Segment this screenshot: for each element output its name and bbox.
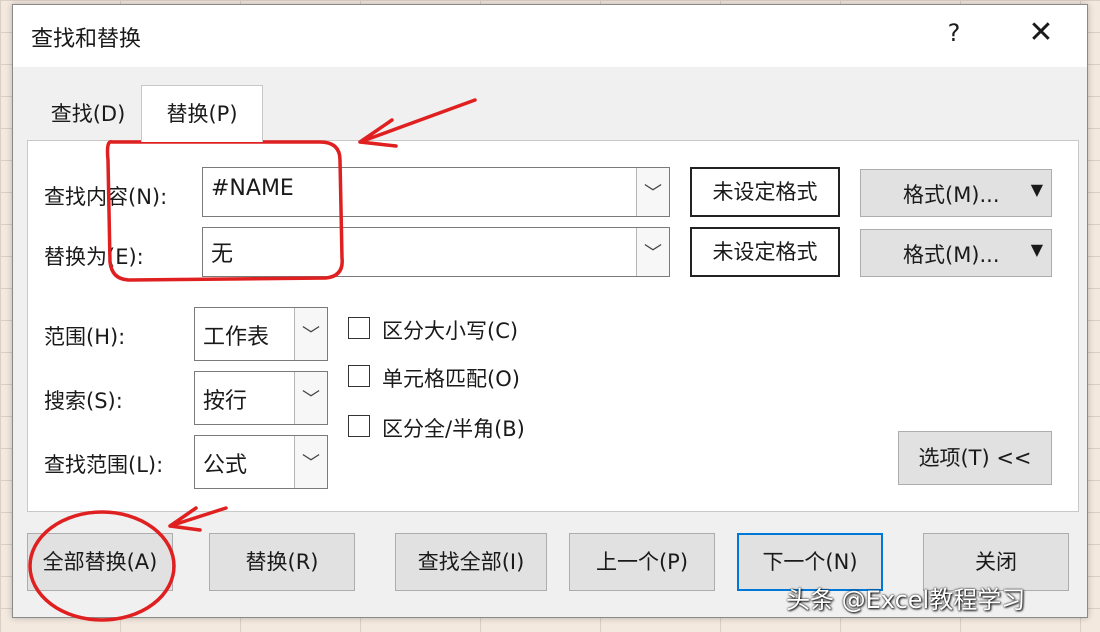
look-in-select[interactable]: 公式 ﹀ — [194, 435, 328, 489]
find-replace-dialog: 查找和替换 ? ✕ 查找(D) 替换(P) 查找内容(N): #NAME ﹀ 未… — [12, 4, 1088, 618]
help-button[interactable]: ? — [939, 19, 969, 47]
look-in-label: 查找范围(L): — [44, 453, 164, 477]
match-byte-label: 区分全/半角(B) — [382, 417, 525, 441]
find-previous-button[interactable]: 上一个(P) — [569, 533, 715, 591]
match-case-checkbox[interactable] — [348, 317, 370, 339]
replace-format-button[interactable]: 格式(M)... ▼ — [860, 229, 1052, 277]
match-cell-checkbox[interactable] — [348, 365, 370, 387]
options-toggle-button[interactable]: 选项(T) << — [898, 431, 1052, 485]
match-case-label: 区分大小写(C) — [382, 319, 519, 343]
replace-with-value: 无 — [211, 242, 234, 267]
dropdown-arrow-icon: ▼ — [1030, 240, 1043, 259]
dialog-title: 查找和替换 — [31, 27, 142, 52]
chevron-down-icon[interactable]: ﹀ — [636, 168, 669, 216]
title-bar: 查找和替换 ? ✕ — [13, 5, 1087, 67]
scope-select[interactable]: 工作表 ﹀ — [194, 307, 328, 361]
find-format-preview: 未设定格式 — [690, 167, 840, 217]
watermark: 头条 @Excel教程学习 — [786, 586, 1026, 614]
find-what-combo[interactable]: #NAME ﹀ — [202, 167, 670, 217]
match-byte-checkbox[interactable] — [348, 415, 370, 437]
search-select[interactable]: 按行 ﹀ — [194, 371, 328, 425]
replace-with-label: 替换为(E): — [44, 245, 144, 269]
chevron-down-icon[interactable]: ﹀ — [636, 228, 669, 276]
replace-all-button[interactable]: 全部替换(A) — [27, 533, 173, 591]
replace-format-button-label: 格式(M)... — [903, 243, 1000, 267]
close-icon[interactable]: ✕ — [1021, 15, 1061, 50]
search-value: 按行 — [203, 389, 248, 414]
look-in-value: 公式 — [203, 453, 248, 478]
scope-value: 工作表 — [203, 325, 270, 350]
chevron-down-icon[interactable]: ﹀ — [294, 372, 327, 424]
find-what-label: 查找内容(N): — [44, 185, 168, 209]
replace-format-preview: 未设定格式 — [690, 227, 840, 277]
replace-with-combo[interactable]: 无 ﹀ — [202, 227, 670, 277]
tab-replace[interactable]: 替换(P) — [141, 85, 263, 142]
replace-panel: 查找内容(N): #NAME ﹀ 未设定格式 格式(M)... ▼ 替换为(E)… — [27, 140, 1079, 512]
dropdown-arrow-icon: ▼ — [1030, 180, 1043, 199]
find-format-button-label: 格式(M)... — [903, 183, 1000, 207]
find-format-button[interactable]: 格式(M)... ▼ — [860, 169, 1052, 217]
chevron-down-icon[interactable]: ﹀ — [294, 436, 327, 488]
tab-find[interactable]: 查找(D) — [35, 89, 141, 139]
find-all-button[interactable]: 查找全部(I) — [395, 533, 547, 591]
replace-button[interactable]: 替换(R) — [209, 533, 355, 591]
scope-label: 范围(H): — [44, 325, 126, 349]
search-label: 搜索(S): — [44, 389, 123, 413]
match-cell-label: 单元格匹配(O) — [382, 367, 520, 391]
find-what-value: #NAME — [211, 176, 294, 201]
chevron-down-icon[interactable]: ﹀ — [294, 308, 327, 360]
